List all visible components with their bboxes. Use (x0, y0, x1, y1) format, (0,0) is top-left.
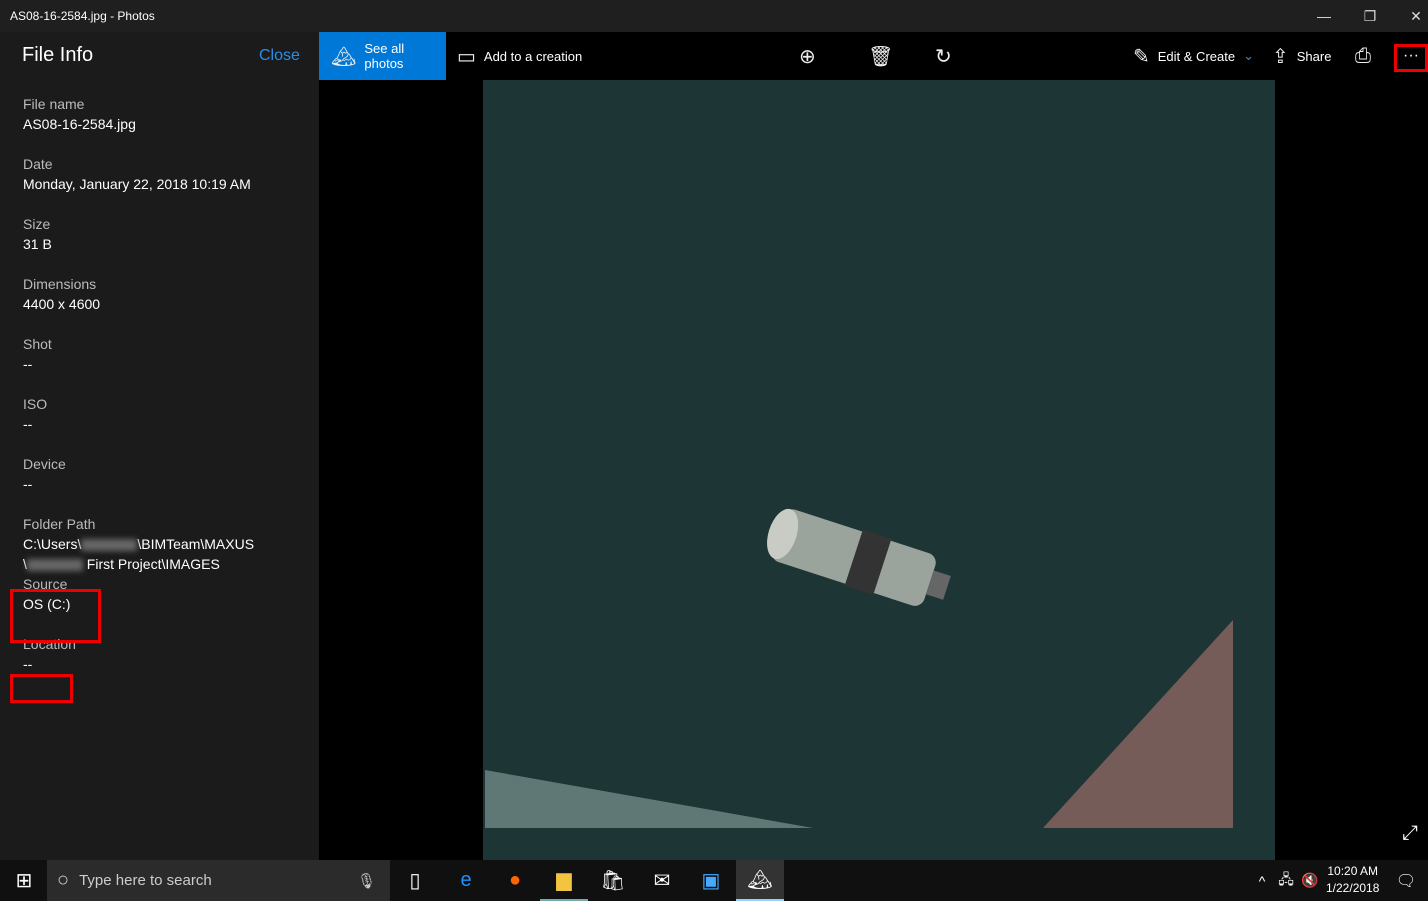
file-explorer-icon[interactable]: ▆ (540, 860, 588, 901)
see-all-label: See all photos (364, 41, 405, 71)
task-view-icon[interactable]: ▯ (391, 860, 439, 901)
share-button[interactable]: ⇪ Share (1272, 32, 1331, 80)
zoom-in-icon[interactable]: ⊕ (799, 32, 816, 80)
field-label: Dimensions (23, 276, 97, 292)
restore-button[interactable]: ❐ (1347, 0, 1393, 32)
field-value: -- (23, 356, 33, 372)
start-icon[interactable]: ⊞ (0, 860, 48, 901)
fullscreen-icon[interactable]: ⤢ (1402, 822, 1418, 845)
microphone-icon[interactable]: 🎙 (357, 872, 376, 890)
field-label: Size (23, 216, 51, 232)
time: 10:20 AM (1327, 864, 1379, 878)
photos-icon: 🏔 (331, 45, 357, 68)
field-folder-path: Folder Path C:\Users\ \BIMTeam\MAXUS \ Firs… (23, 514, 254, 574)
date: 1/22/2018 (1326, 881, 1380, 895)
close-panel-button[interactable]: Close (259, 47, 300, 65)
field-device: Device -- (23, 454, 66, 494)
folder-path-line: C:\Users\ \BIMTeam\MAXUS (23, 536, 255, 552)
field-value: 31 B (23, 236, 52, 252)
field-label: ISO (23, 396, 48, 412)
mail-icon[interactable]: ✉ (638, 860, 686, 901)
creation-icon: ▭ (457, 45, 476, 68)
file-info-panel: File Info Close File name AS08-16-2584.jp… (0, 32, 319, 860)
field-label: Folder Path (23, 516, 96, 532)
edit-icon: ✎ (1133, 45, 1150, 68)
field-label: Shot (23, 336, 52, 352)
chevron-up-icon[interactable]: ^ (1250, 860, 1274, 901)
clock[interactable]: 10:20 AM 1/22/2018 (1326, 863, 1379, 897)
field-label: Device (23, 456, 66, 472)
field-size: Size 31 B (23, 214, 52, 254)
taskbar: ⊞ ○ Type here to search 🎙 ▯ e ● ▆ 🛍 ✉ ▣ 🏔 … (0, 860, 1428, 901)
folder-path-line: \ First Project\IMAGES (23, 556, 220, 572)
store-icon[interactable]: 🛍 (589, 860, 637, 901)
field-value: 4400 x 4600 (23, 296, 101, 312)
photos-app-icon[interactable]: 🏔 (736, 860, 784, 901)
share-label: Share (1296, 48, 1332, 64)
delete-icon[interactable]: 🗑 (868, 32, 893, 80)
chevron-down-icon: ⌄ (1243, 48, 1254, 63)
edit-create-button[interactable]: ✎ Edit & Create ⌄ (1133, 32, 1254, 80)
firefox-icon[interactable]: ● (491, 860, 539, 901)
network-icon[interactable]: 🖧 (1274, 860, 1298, 901)
share-icon: ⇪ (1272, 45, 1289, 68)
search-placeholder: Type here to search (79, 872, 212, 889)
panel-title: File Info (22, 44, 94, 66)
field-value: Monday, January 22, 2018 10:19 AM (23, 176, 251, 192)
search-box[interactable]: ○ Type here to search 🎙 (47, 860, 390, 901)
edit-create-label: Edit & Create (1157, 48, 1236, 64)
field-value: -- (23, 656, 33, 672)
field-label: Date (23, 156, 53, 172)
window-title: AS08-16-2584.jpg - Photos (10, 9, 155, 23)
toolbar: 🏔 See all photos ▭ Add to a creation ⊕ 🗑 ↻… (319, 32, 1428, 80)
field-iso: ISO -- (23, 394, 47, 434)
highlight-source (10, 589, 101, 643)
field-file-name: File name AS08-16-2584.jpg (23, 94, 136, 134)
app-icon[interactable]: ▣ (687, 860, 735, 901)
edge-icon[interactable]: e (442, 860, 490, 901)
field-date: Date Monday, January 22, 2018 10:19 AM (23, 154, 251, 194)
volume-muted-icon[interactable]: 🔇 (1298, 860, 1322, 901)
add-to-creation-button[interactable]: ▭ Add to a creation (457, 32, 582, 80)
rotate-icon[interactable]: ↻ (935, 32, 952, 80)
notifications-icon[interactable]: 🗨 (1386, 860, 1426, 901)
field-dimensions: Dimensions 4400 x 4600 (23, 274, 100, 314)
field-value: -- (23, 416, 33, 432)
highlight-more (1394, 44, 1428, 72)
see-all-photos-button[interactable]: 🏔 See all photos (319, 32, 446, 80)
spacecraft-image (485, 508, 1233, 828)
print-icon[interactable]: ⎙ (1355, 32, 1371, 80)
minimize-button[interactable]: — (1301, 0, 1347, 32)
highlight-location (10, 674, 73, 703)
field-value: -- (23, 476, 33, 492)
field-value: AS08-16-2584.jpg (23, 116, 136, 132)
title-bar: AS08-16-2584.jpg - Photos — ❐ ✕ (0, 0, 1428, 32)
close-window-button[interactable]: ✕ (1393, 0, 1428, 32)
photo-view (483, 80, 1275, 860)
cortana-icon: ○ (57, 869, 70, 891)
field-label: File name (23, 96, 85, 112)
add-creation-label: Add to a creation (483, 48, 583, 64)
field-shot: Shot -- (23, 334, 52, 374)
